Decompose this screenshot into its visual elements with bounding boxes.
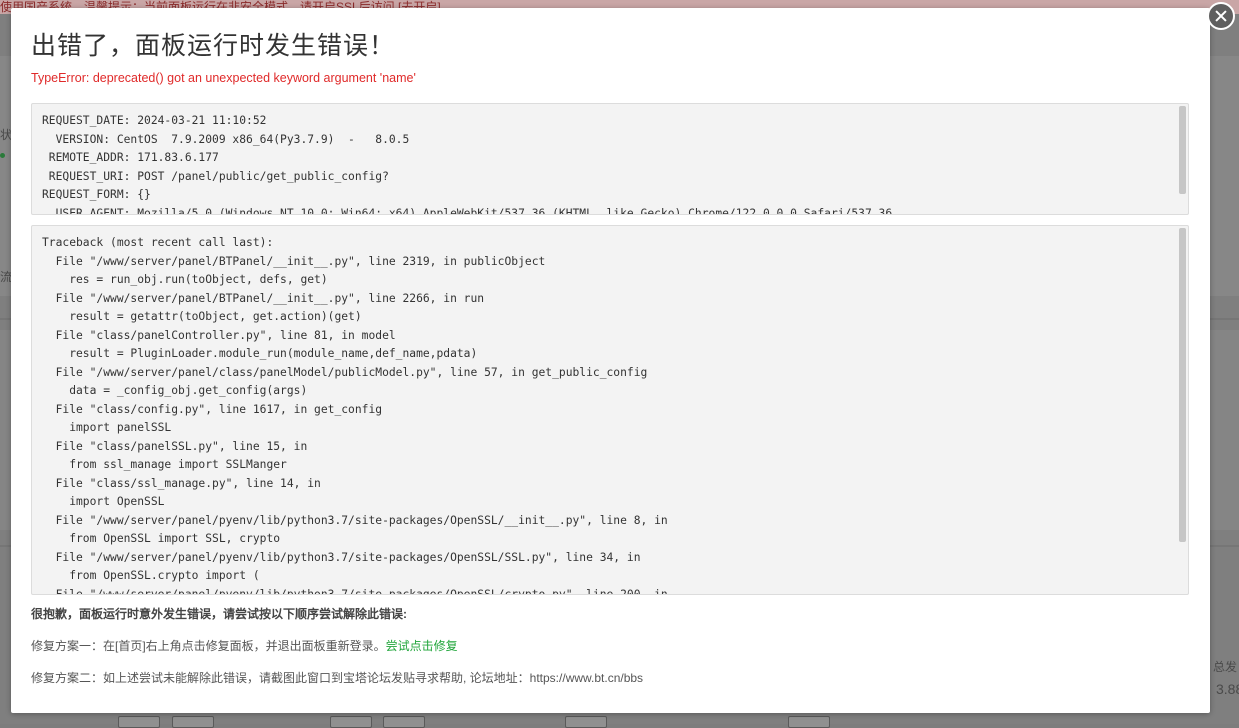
bg-button <box>118 716 160 728</box>
fix-option-two: 修复方案二：如上述尝试未能解除此错误，请截图此窗口到宝塔论坛发贴寻求帮助, 论坛… <box>31 669 643 686</box>
bg-card-right-top <box>1210 56 1239 296</box>
bg-right-value: 3.88 <box>1216 681 1239 697</box>
error-message: TypeError: deprecated() got an unexpecte… <box>31 71 416 85</box>
bg-status-dot <box>0 153 5 158</box>
fix-option-one: 修复方案一：在[首页]右上角点击修复面板，并退出面板重新登录。尝试点击修复 <box>31 637 458 654</box>
traceback-scrollbar[interactable] <box>1179 228 1186 542</box>
bg-button <box>330 716 372 728</box>
request-info-box[interactable]: REQUEST_DATE: 2024-03-21 11:10:52 VERSIO… <box>31 103 1189 215</box>
error-dialog: 出错了，面板运行时发生错误！ TypeError: deprecated() g… <box>11 2 1235 713</box>
fix-option-two-text: 修复方案二：如上述尝试未能解除此错误，请截图此窗口到宝塔论坛发贴寻求帮助, 论坛… <box>31 671 644 685</box>
dialog-title: 出错了，面板运行时发生错误！ <box>31 31 396 60</box>
bg-button <box>565 716 607 728</box>
help-heading: 很抱歉，面板运行时意外发生错误，请尝试按以下顺序尝试解除此错误: <box>31 607 407 621</box>
bg-button <box>172 716 214 728</box>
bg-card-right-mid <box>1210 330 1239 530</box>
bg-button <box>383 716 425 728</box>
try-repair-link[interactable]: 尝试点击修复 <box>386 639 458 653</box>
bg-button <box>788 716 830 728</box>
request-info-scrollbar[interactable] <box>1179 106 1186 194</box>
close-icon[interactable] <box>1207 2 1235 30</box>
bg-right-fragment: 总发 <box>1213 660 1238 674</box>
traceback-box[interactable]: Traceback (most recent call last): File … <box>31 225 1189 595</box>
fix-option-one-text: 修复方案一：在[首页]右上角点击修复面板，并退出面板重新登录。 <box>31 639 386 653</box>
traceback-text: Traceback (most recent call last): File … <box>42 236 668 595</box>
request-info-text: REQUEST_DATE: 2024-03-21 11:10:52 VERSIO… <box>42 114 893 215</box>
